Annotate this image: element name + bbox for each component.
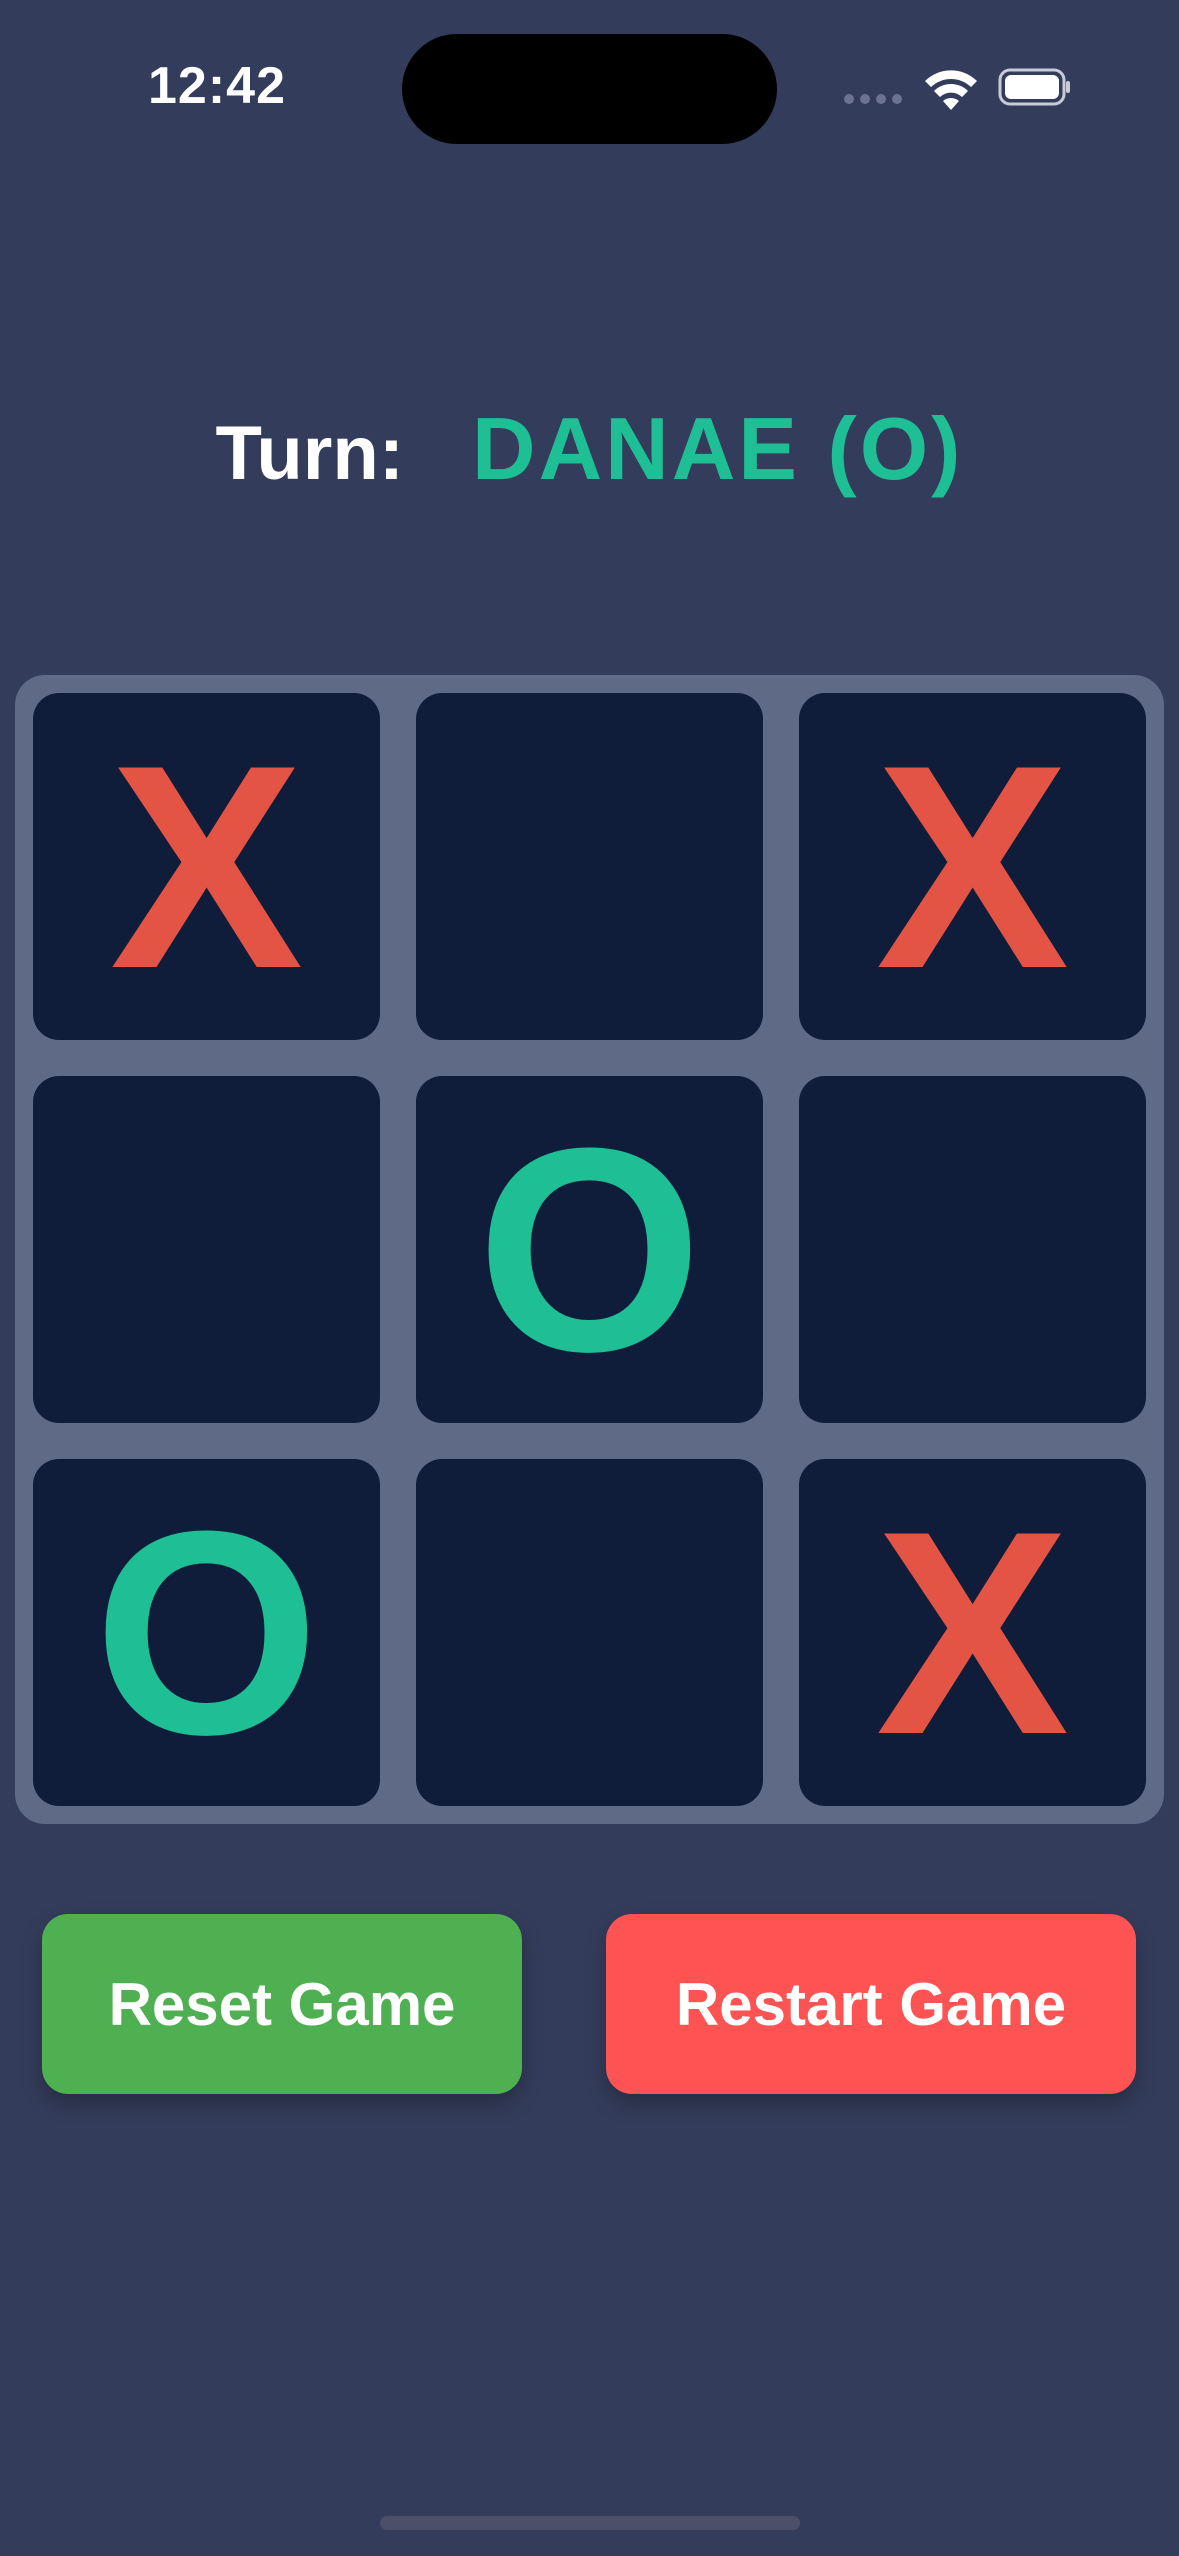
current-player: DANAE (O) [472, 399, 964, 498]
screen: 12:42 Turn: DANAE (O) X X O O X Reset Ga… [0, 0, 1179, 2556]
turn-label: Turn: [215, 411, 405, 496]
board-cell-2[interactable] [416, 693, 763, 1040]
board-cell-1[interactable]: X [33, 693, 380, 1040]
signal-icon [844, 94, 902, 104]
status-time: 12:42 [148, 57, 286, 115]
board-cell-7[interactable]: O [33, 1459, 380, 1806]
board-cell-9[interactable]: X [799, 1459, 1146, 1806]
board-cell-3[interactable]: X [799, 693, 1146, 1040]
board-cell-5[interactable]: O [416, 1076, 763, 1423]
board-cell-8[interactable] [416, 1459, 763, 1806]
battery-icon [998, 68, 1070, 106]
turn-indicator: Turn: DANAE (O) [0, 398, 1179, 500]
dynamic-island [402, 34, 777, 144]
game-board: X X O O X [15, 675, 1164, 1824]
reset-game-button[interactable]: Reset Game [42, 1914, 522, 2094]
wifi-icon [925, 70, 977, 110]
home-indicator [380, 2516, 800, 2530]
board-cell-6[interactable] [799, 1076, 1146, 1423]
board-cell-4[interactable] [33, 1076, 380, 1423]
restart-game-button[interactable]: Restart Game [606, 1914, 1136, 2094]
